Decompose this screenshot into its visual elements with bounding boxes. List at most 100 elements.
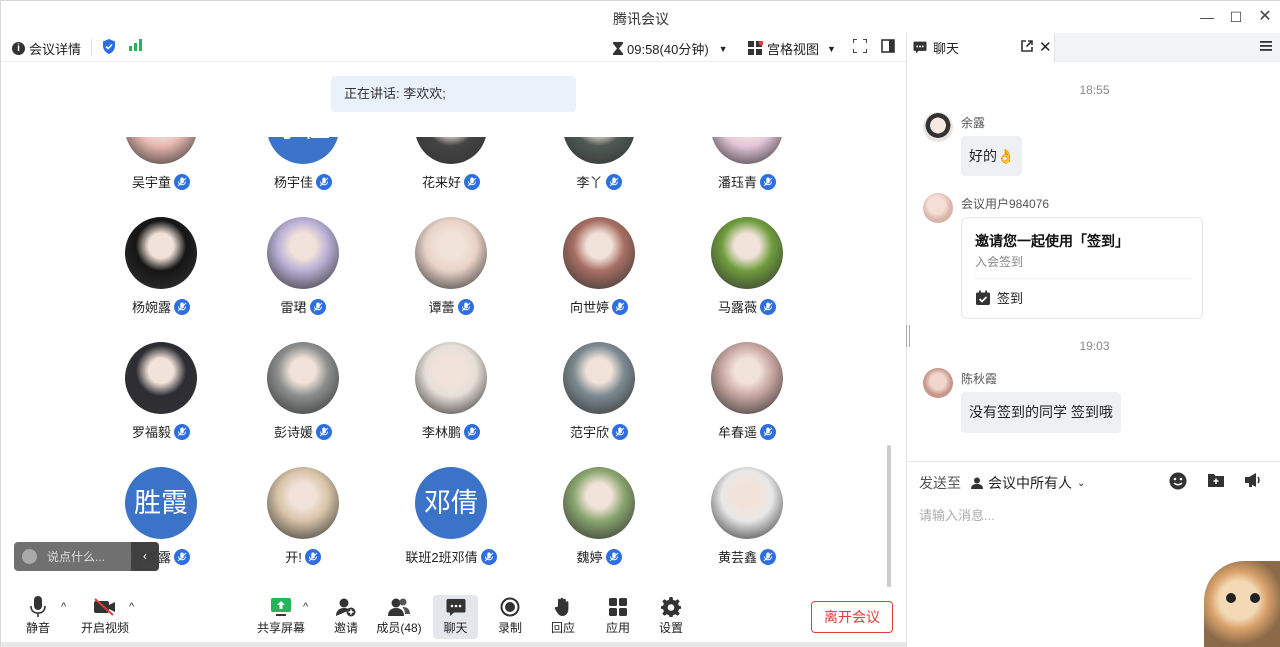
participant-tile[interactable]: 吴宇童 (91, 137, 231, 202)
minimize-button[interactable]: — (1197, 7, 1217, 27)
participant-name: 牟春遥 (717, 425, 757, 440)
members-button[interactable]: 成员(48) (375, 595, 423, 639)
participant-grid-area: 正在讲话: 李欢欢; 吴宇童宇佳杨宇佳花来好李丫潘珏青杨婉露雷珺谭蕾向世婷马露薇… (1, 63, 906, 587)
video-off-icon (94, 598, 115, 616)
participant-name-row: 向世婷 (529, 297, 669, 316)
participant-tile[interactable]: 牟春遥 (677, 342, 817, 452)
card-title: 邀请您一起使用「签到」 (975, 233, 1129, 249)
checkin-label: 签到 (997, 291, 1024, 306)
close-button[interactable]: ✕ (1255, 7, 1275, 27)
fullscreen-icon (853, 39, 867, 53)
layout-toggle-button[interactable] (881, 39, 895, 53)
sender-name: 会议用户984076 (961, 197, 1050, 211)
avatar (711, 137, 783, 164)
network-signal[interactable] (129, 39, 143, 51)
participant-tile[interactable]: 杨婉露 (91, 217, 231, 327)
leave-meeting-button[interactable]: 离开会议 (811, 601, 893, 633)
security-button[interactable] (102, 39, 116, 54)
meeting-timer[interactable]: 09:58(40分钟) ▼ (613, 39, 728, 58)
share-options-chevron-icon[interactable]: ^ (303, 601, 308, 613)
emoji-icon[interactable] (1169, 472, 1187, 493)
chat-tab-label: 聊天 (933, 41, 960, 56)
participant-name-row: 魏婷 (529, 547, 669, 566)
collapse-chevron-icon[interactable]: ‹ (131, 542, 159, 571)
participant-tile[interactable]: 李林鹏 (381, 342, 521, 452)
grid-scrollbar[interactable] (887, 445, 891, 587)
settings-button[interactable]: 设置 (657, 595, 685, 639)
mic-icon (316, 423, 332, 440)
participant-tile[interactable]: 谭蕾 (381, 217, 521, 327)
checkin-button[interactable]: 签到 (975, 288, 1023, 307)
mic-icon (760, 423, 776, 440)
recipient-label: 会议中所有人 (988, 475, 1072, 491)
maximize-button[interactable]: ☐ (1226, 7, 1246, 27)
recipient-select[interactable]: 会议中所有人 ⌄ (971, 473, 1085, 493)
reaction-button[interactable]: 回应 (549, 595, 577, 639)
announcement-icon[interactable] (1244, 472, 1262, 491)
mic-icon (309, 298, 326, 315)
record-button[interactable]: 录制 (496, 595, 524, 639)
participant-tile[interactable]: 雷珺 (233, 217, 373, 327)
card-subtitle: 入会签到 (975, 255, 1024, 269)
chat-timestamp: 19:03 (1079, 339, 1110, 353)
tab-chat[interactable]: 聊天 ✕ (907, 33, 1055, 62)
chat-panel: 聊天 ✕ 18:55 余露 好的👌 会议用户984076 邀请您一起使用「签到」… (906, 33, 1280, 647)
participant-name: 彭诗媛 (273, 425, 313, 440)
participant-tile[interactable]: 向世婷 (529, 217, 669, 327)
participant-name: 马露薇 (717, 300, 757, 315)
participant-tile[interactable]: 宇佳杨宇佳 (233, 137, 373, 202)
avatar[interactable] (923, 112, 953, 142)
mic-icon (174, 548, 190, 565)
mute-label: 静音 (25, 621, 50, 635)
checkin-card[interactable]: 邀请您一起使用「签到」 入会签到 签到 (961, 217, 1203, 319)
participant-name-row: 吴宇童 (91, 172, 231, 191)
chat-button[interactable]: 聊天 (433, 595, 478, 639)
participant-tile[interactable]: 魏婷 (529, 467, 669, 577)
apps-button[interactable]: 应用 (604, 595, 632, 639)
participant-name: 谭蕾 (428, 300, 455, 315)
menu-icon[interactable] (1260, 40, 1272, 55)
avatar (563, 217, 635, 289)
audio-options-chevron-icon[interactable]: ^ (61, 601, 66, 613)
participant-name-row: 李丫 (529, 172, 669, 191)
chevron-down-icon: ⌄ (1077, 477, 1086, 489)
mute-button[interactable]: 静音 (21, 595, 55, 639)
participant-tile[interactable]: 马露薇 (677, 217, 817, 327)
avatar (415, 217, 487, 289)
meeting-details-button[interactable]: i 会议详情 (12, 39, 81, 58)
sidebar-layout-icon (881, 39, 895, 53)
participant-tile[interactable]: 邓倩 联班2班邓倩 (381, 467, 521, 577)
message-input[interactable]: 请输入消息... (919, 505, 995, 524)
participant-tile[interactable]: 范宇欣 (529, 342, 669, 452)
panel-resize-handle[interactable] (906, 325, 910, 347)
participant-tile[interactable]: 罗福毅 (91, 342, 231, 452)
participant-tile[interactable]: 花来好 (381, 137, 521, 202)
start-video-button[interactable]: 开启视频 (80, 595, 130, 639)
participant-grid: 吴宇童宇佳杨宇佳花来好李丫潘珏青杨婉露雷珺谭蕾 向世婷 马露薇罗福毅 彭诗媛 李林鹏范宇… (1, 137, 881, 587)
share-screen-button[interactable]: 共享屏幕 (256, 595, 306, 639)
view-mode-button[interactable]: 宫格视图 ▼ (748, 39, 836, 58)
members-icon (388, 598, 410, 616)
video-options-chevron-icon[interactable]: ^ (129, 601, 134, 613)
avatar[interactable] (923, 368, 953, 398)
fullscreen-button[interactable] (853, 39, 867, 53)
participant-tile[interactable]: 开! (233, 467, 373, 577)
mic-icon (174, 173, 190, 190)
participant-tile[interactable]: 李丫 (529, 137, 669, 202)
participant-tile[interactable]: 潘珏青 (677, 137, 817, 202)
invite-button[interactable]: 邀请 (331, 595, 361, 639)
participant-tile[interactable]: 黄芸鑫 (677, 467, 817, 577)
close-chat-icon[interactable]: ✕ (1039, 38, 1052, 56)
mic-icon (760, 173, 776, 190)
folder-icon[interactable] (1207, 472, 1225, 491)
participant-tile[interactable]: 彭诗媛 (233, 342, 373, 452)
floating-chat-input[interactable]: 说点什么... ‹ (14, 542, 159, 571)
shield-icon (103, 39, 115, 54)
avatar (563, 342, 635, 414)
avatar (563, 137, 635, 164)
grid-view-icon (748, 41, 763, 55)
record-icon (500, 597, 520, 617)
popout-icon[interactable] (1021, 40, 1033, 55)
avatar[interactable] (923, 193, 953, 223)
participant-name: 罗福毅 (131, 425, 171, 440)
